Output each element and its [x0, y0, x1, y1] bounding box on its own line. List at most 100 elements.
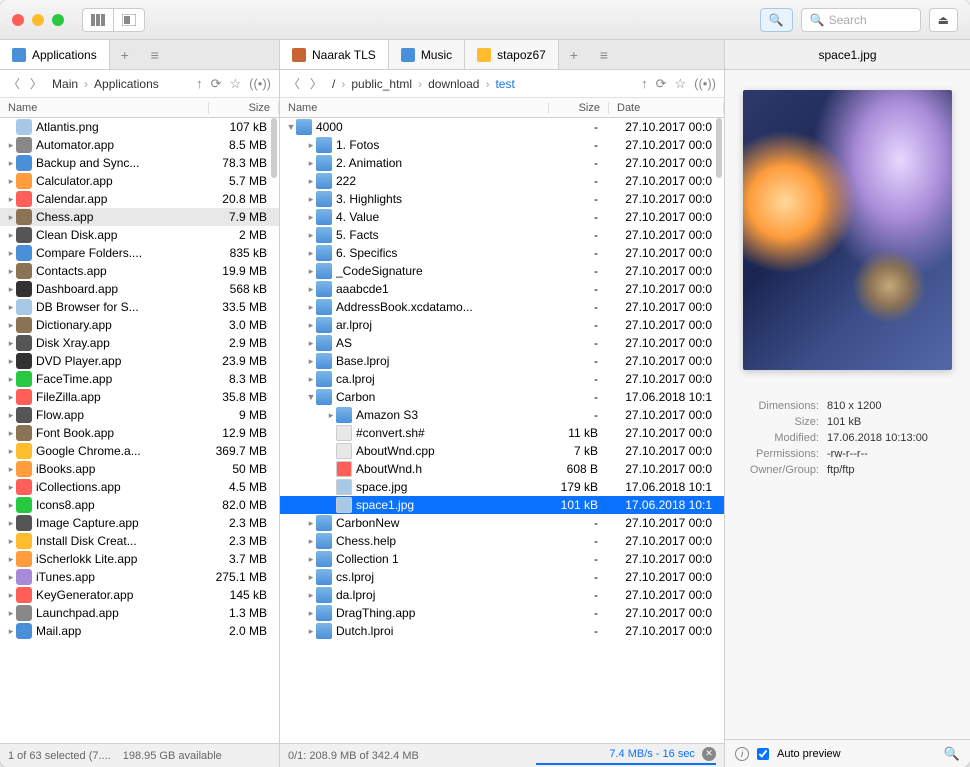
disclosure-icon[interactable]: ▸ [6, 482, 16, 493]
zoom-window[interactable] [52, 14, 64, 26]
bc-item[interactable]: Main [52, 77, 78, 91]
file-row[interactable]: ▸ 1. Fotos - 27.10.2017 00:0 [280, 136, 724, 154]
info-icon[interactable]: i [735, 747, 749, 761]
disclosure-icon[interactable]: ▸ [6, 140, 16, 151]
search-input[interactable]: 🔍 Search [801, 8, 921, 32]
col-size[interactable]: Size [549, 102, 609, 114]
col-date[interactable]: Date [609, 102, 724, 114]
file-row[interactable]: ▸ DB Browser for S... 33.5 MB [0, 298, 279, 316]
wifi-icon[interactable]: ((•)) [249, 76, 271, 92]
disclosure-icon[interactable]: ▸ [306, 140, 316, 151]
up-icon[interactable]: ↑ [196, 76, 203, 92]
disclosure-icon[interactable]: ▸ [6, 194, 16, 205]
quicklook-button[interactable]: 🔍 [760, 8, 793, 32]
file-row[interactable]: ▸ DVD Player.app 23.9 MB [0, 352, 279, 370]
file-row[interactable]: space1.jpg 101 kB 17.06.2018 10:1 [280, 496, 724, 514]
disclosure-icon[interactable]: ▸ [6, 428, 16, 439]
file-row[interactable]: ▸ 4. Value - 27.10.2017 00:0 [280, 208, 724, 226]
file-row[interactable]: ▸ Launchpad.app 1.3 MB [0, 604, 279, 622]
auto-preview-checkbox[interactable] [757, 748, 769, 760]
file-row[interactable]: ▸ CarbonNew - 27.10.2017 00:0 [280, 514, 724, 532]
file-row[interactable]: AboutWnd.cpp 7 kB 27.10.2017 00:0 [280, 442, 724, 460]
eject-button[interactable]: ⏏ [929, 8, 958, 32]
disclosure-icon[interactable]: ▸ [6, 248, 16, 259]
file-row[interactable]: ▸ Calculator.app 5.7 MB [0, 172, 279, 190]
scrollbar[interactable] [271, 118, 277, 178]
file-row[interactable]: ▸ 2. Animation - 27.10.2017 00:0 [280, 154, 724, 172]
file-row[interactable]: ▸ iTunes.app 275.1 MB [0, 568, 279, 586]
file-row[interactable]: ▸ 5. Facts - 27.10.2017 00:0 [280, 226, 724, 244]
file-row[interactable]: space.jpg 179 kB 17.06.2018 10:1 [280, 478, 724, 496]
disclosure-icon[interactable]: ▸ [6, 464, 16, 475]
preview-image[interactable] [743, 90, 952, 370]
file-row[interactable]: ▸ ar.lproj - 27.10.2017 00:0 [280, 316, 724, 334]
file-row[interactable]: ▸ _CodeSignature - 27.10.2017 00:0 [280, 262, 724, 280]
tab[interactable]: stapoz67 [465, 40, 559, 69]
file-row[interactable]: ▸ FaceTime.app 8.3 MB [0, 370, 279, 388]
disclosure-icon[interactable]: ▸ [6, 554, 16, 565]
disclosure-icon[interactable]: ▼ [286, 122, 296, 132]
disclosure-icon[interactable]: ▸ [306, 248, 316, 259]
file-row[interactable]: ▸ Dutch.lproi - 27.10.2017 00:0 [280, 622, 724, 640]
bc-item[interactable]: test [495, 77, 514, 91]
view-columns-button[interactable] [82, 8, 113, 32]
file-row[interactable]: ▸ Chess.help - 27.10.2017 00:0 [280, 532, 724, 550]
disclosure-icon[interactable]: ▸ [6, 572, 16, 583]
disclosure-icon[interactable]: ▸ [306, 176, 316, 187]
bc-item[interactable]: public_html [351, 77, 412, 91]
file-row[interactable]: ▸ Google Chrome.a... 369.7 MB [0, 442, 279, 460]
tab[interactable]: Music [389, 40, 465, 69]
close-window[interactable] [12, 14, 24, 26]
disclosure-icon[interactable]: ▸ [6, 536, 16, 547]
file-row[interactable]: ▸ 222 - 27.10.2017 00:0 [280, 172, 724, 190]
disclosure-icon[interactable]: ▼ [306, 392, 316, 402]
file-row[interactable]: ▸ 6. Specifics - 27.10.2017 00:0 [280, 244, 724, 262]
disclosure-icon[interactable]: ▸ [6, 338, 16, 349]
disclosure-icon[interactable]: ▸ [6, 158, 16, 169]
disclosure-icon[interactable]: ▸ [6, 590, 16, 601]
file-row[interactable]: ▸ Backup and Sync... 78.3 MB [0, 154, 279, 172]
back-button[interactable]: 〈 [8, 75, 20, 92]
file-row[interactable]: ▸ iCollections.app 4.5 MB [0, 478, 279, 496]
file-row[interactable]: ▸ Collection 1 - 27.10.2017 00:0 [280, 550, 724, 568]
disclosure-icon[interactable]: ▸ [306, 626, 316, 637]
disclosure-icon[interactable]: ▸ [306, 284, 316, 295]
wifi-icon[interactable]: ((•)) [694, 76, 716, 92]
file-row[interactable]: ▸ Compare Folders.... 835 kB [0, 244, 279, 262]
disclosure-icon[interactable]: ▸ [6, 356, 16, 367]
refresh-icon[interactable]: ⟳ [656, 76, 667, 92]
col-size[interactable]: Size [209, 102, 279, 114]
scrollbar[interactable] [716, 118, 722, 178]
file-row[interactable]: ▸ Clean Disk.app 2 MB [0, 226, 279, 244]
disclosure-icon[interactable]: ▸ [306, 554, 316, 565]
tab-menu-button[interactable]: ≡ [140, 40, 170, 69]
disclosure-icon[interactable]: ▸ [6, 608, 16, 619]
col-name[interactable]: Name [0, 102, 209, 114]
file-row[interactable]: ▸ aaabcde1 - 27.10.2017 00:0 [280, 280, 724, 298]
disclosure-icon[interactable]: ▸ [6, 626, 16, 637]
file-row[interactable]: ▸ iBooks.app 50 MB [0, 460, 279, 478]
add-tab-button[interactable]: + [559, 40, 589, 69]
disclosure-icon[interactable]: ▸ [6, 374, 16, 385]
disclosure-icon[interactable]: ▸ [6, 302, 16, 313]
file-row[interactable]: ▸ Dictionary.app 3.0 MB [0, 316, 279, 334]
disclosure-icon[interactable]: ▸ [306, 356, 316, 367]
refresh-icon[interactable]: ⟳ [211, 76, 222, 92]
disclosure-icon[interactable]: ▸ [6, 320, 16, 331]
disclosure-icon[interactable]: ▸ [306, 374, 316, 385]
disclosure-icon[interactable]: ▸ [6, 500, 16, 511]
disclosure-icon[interactable]: ▸ [6, 230, 16, 241]
disclosure-icon[interactable]: ▸ [326, 410, 336, 421]
cancel-transfer[interactable]: ✕ [702, 747, 716, 761]
mid-list[interactable]: ▼ 4000 - 27.10.2017 00:0 ▸ 1. Fotos - 27… [280, 118, 724, 743]
minimize-window[interactable] [32, 14, 44, 26]
file-row[interactable]: ▸ Base.lproj - 27.10.2017 00:0 [280, 352, 724, 370]
file-row[interactable]: ▸ Chess.app 7.9 MB [0, 208, 279, 226]
file-row[interactable]: ▸ KeyGenerator.app 145 kB [0, 586, 279, 604]
file-row[interactable]: ▸ 3. Highlights - 27.10.2017 00:0 [280, 190, 724, 208]
disclosure-icon[interactable]: ▸ [6, 446, 16, 457]
tab[interactable]: Naarak TLS [280, 40, 389, 69]
file-row[interactable]: ▸ Icons8.app 82.0 MB [0, 496, 279, 514]
fwd-button[interactable]: 〉 [310, 75, 322, 92]
disclosure-icon[interactable]: ▸ [6, 284, 16, 295]
